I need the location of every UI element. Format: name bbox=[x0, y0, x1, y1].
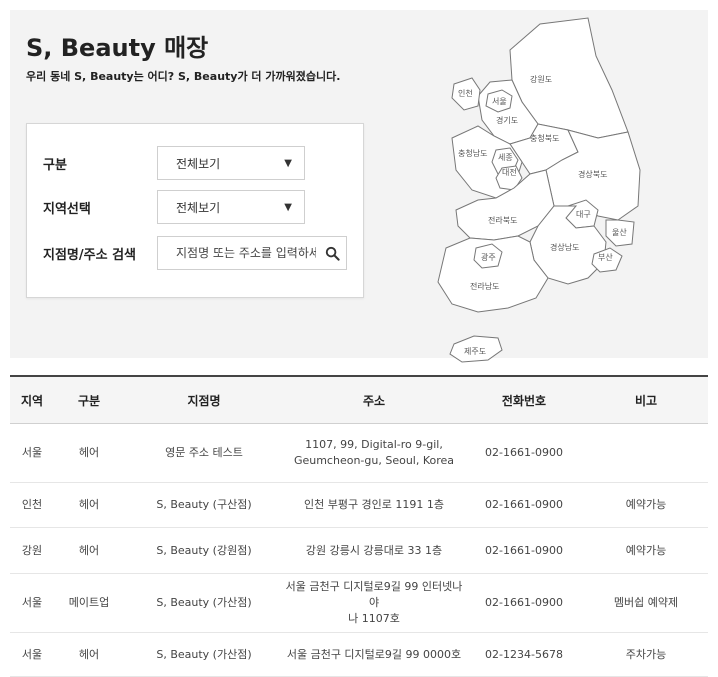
address-line: 강원 강릉시 강릉대로 33 1층 bbox=[305, 543, 443, 557]
cell-address: 서울 금천구 디지털로9길 99 인터넷나야나 1107호 bbox=[284, 573, 464, 633]
search-input[interactable] bbox=[174, 245, 318, 261]
caret-down-icon: ▼ bbox=[284, 157, 292, 169]
cell-note: 예약가능 bbox=[584, 527, 708, 574]
table-row[interactable]: 서울 헤어 영문 주소 테스트 1107, 99, Digital-ro 9-g… bbox=[10, 423, 708, 483]
cell-address: 서울 금천구 디지털로9길 99 0000호 bbox=[284, 632, 464, 677]
map-label-sejong: 세종 bbox=[498, 153, 513, 162]
cell-address: 1107, 99, Digital-ro 9-gil, Geumcheon-gu,… bbox=[284, 423, 464, 483]
cell-type: 헤어 bbox=[54, 527, 124, 574]
cell-type: 헤어 bbox=[54, 632, 124, 677]
cell-type: 메이트업 bbox=[54, 573, 124, 633]
col-note-header: 비고 bbox=[584, 375, 708, 424]
col-region-header: 지역 bbox=[10, 375, 54, 424]
cell-phone: 02-1661-0900 bbox=[464, 423, 584, 483]
address-line: 서울 금천구 디지털로9길 99 0000호 bbox=[286, 647, 462, 661]
caret-down-icon: ▼ bbox=[284, 201, 292, 213]
cell-type: 헤어 bbox=[54, 482, 124, 528]
cell-note bbox=[584, 423, 708, 483]
category-select[interactable]: 전체보기 ▼ bbox=[157, 146, 305, 180]
cell-type: 헤어 bbox=[54, 423, 124, 483]
region-select[interactable]: 전체보기 ▼ bbox=[157, 190, 305, 224]
korea-map: 강원도 인천 서울 경기도 충청북도 충청남도 세종 대전 경상북도 대구 전라… bbox=[437, 17, 641, 363]
map-label-incheon: 인천 bbox=[458, 88, 473, 98]
address-line: 인천 부평구 경인로 1191 1층 bbox=[303, 498, 445, 511]
table-row[interactable]: 서울 헤어 S, Beauty (가산점) 서울 금천구 디지털로9길 99 0… bbox=[10, 632, 708, 677]
address-line: 서울 금천구 디지털로9길 99 인터넷나야 bbox=[285, 580, 463, 609]
cell-region: 인천 bbox=[10, 482, 54, 528]
cell-phone: 02-1661-0900 bbox=[464, 482, 584, 528]
address-line: 나 1107호 bbox=[348, 612, 400, 625]
cell-note: 예약가능 bbox=[584, 482, 708, 528]
cell-region: 서울 bbox=[10, 573, 54, 633]
map-label-chungnam: 충청남도 bbox=[458, 149, 487, 158]
cell-note: 주차가능 bbox=[584, 632, 708, 677]
cell-phone: 02-1234-5678 bbox=[464, 632, 584, 677]
cell-branch: 영문 주소 테스트 bbox=[124, 423, 284, 483]
map-label-daejeon: 대전 bbox=[502, 167, 517, 177]
search-filter-row: 지점명/주소 검색 bbox=[43, 236, 349, 270]
map-label-chungbuk: 충청북도 bbox=[530, 134, 559, 143]
map-label-gyeonggi: 경기도 bbox=[496, 115, 518, 125]
cell-branch: S, Beauty (강원점) bbox=[124, 527, 284, 574]
map-label-gangwon: 강원도 bbox=[530, 74, 552, 84]
map-label-daegu: 대구 bbox=[576, 210, 591, 219]
cell-phone: 02-1661-0900 bbox=[464, 527, 584, 574]
cell-phone: 02-1661-0900 bbox=[464, 573, 584, 633]
cell-branch: S, Beauty (구산점) bbox=[124, 482, 284, 528]
map-label-jeonnam: 전라남도 bbox=[470, 281, 499, 291]
map-label-gyeongbuk: 경상북도 bbox=[578, 169, 607, 179]
page-subtitle: 우리 동네 S, Beauty는 어디? S, Beauty가 더 가까워졌습니… bbox=[26, 70, 341, 83]
map-label-gwangju: 광주 bbox=[481, 252, 496, 262]
page-title: S, Beauty 매장 bbox=[26, 34, 209, 62]
cell-branch: S, Beauty (가산점) bbox=[124, 573, 284, 633]
search-icon bbox=[325, 246, 340, 261]
table-row[interactable]: 서울 메이트업 S, Beauty (가산점) 서울 금천구 디지털로9길 99… bbox=[10, 573, 708, 633]
category-filter-row: 구분 전체보기 ▼ bbox=[43, 146, 349, 180]
store-table: 지역 구분 지점명 주소 전화번호 비고 서울 헤어 영문 주소 테스트 110… bbox=[10, 375, 708, 677]
map-label-busan: 부산 bbox=[598, 252, 613, 262]
col-branch-header: 지점명 bbox=[124, 375, 284, 424]
col-address-header: 주소 bbox=[284, 375, 464, 424]
cell-region: 강원 bbox=[10, 527, 54, 574]
category-select-value: 전체보기 bbox=[176, 156, 221, 171]
col-phone-header: 전화번호 bbox=[464, 375, 584, 424]
cell-region: 서울 bbox=[10, 423, 54, 483]
cell-region: 서울 bbox=[10, 632, 54, 677]
map-label-seoul: 서울 bbox=[492, 97, 507, 106]
search-label: 지점명/주소 검색 bbox=[43, 247, 136, 263]
map-label-gyeongnam: 경상남도 bbox=[550, 242, 579, 252]
map-label-ulsan: 울산 bbox=[612, 227, 627, 237]
region-filter-row: 지역선택 전체보기 ▼ bbox=[43, 190, 349, 224]
address-line: 1107, 99, Digital-ro 9-gil, bbox=[305, 438, 443, 451]
filter-panel: 구분 전체보기 ▼ 지역선택 전체보기 ▼ 지점명/주소 검색 bbox=[26, 123, 364, 298]
col-type-header: 구분 bbox=[54, 375, 124, 424]
map-label-jeonbuk: 전라북도 bbox=[488, 215, 517, 225]
table-header-row: 지역 구분 지점명 주소 전화번호 비고 bbox=[10, 375, 708, 424]
search-button[interactable] bbox=[318, 237, 346, 269]
address-line: Geumcheon-gu, Seoul, Korea bbox=[293, 454, 455, 467]
cell-address: 인천 부평구 경인로 1191 1층 bbox=[284, 482, 464, 528]
cell-branch: S, Beauty (가산점) bbox=[124, 632, 284, 677]
category-label: 구분 bbox=[43, 157, 67, 173]
cell-address: 강원 강릉시 강릉대로 33 1층 bbox=[284, 527, 464, 574]
table-row[interactable]: 인천 헤어 S, Beauty (구산점) 인천 부평구 경인로 1191 1층… bbox=[10, 482, 708, 528]
region-label: 지역선택 bbox=[43, 201, 91, 217]
region-select-value: 전체보기 bbox=[176, 200, 221, 215]
search-box bbox=[157, 236, 347, 270]
cell-note: 멤버쉽 예약제 bbox=[584, 573, 708, 633]
table-row[interactable]: 강원 헤어 S, Beauty (강원점) 강원 강릉시 강릉대로 33 1층 … bbox=[10, 527, 708, 574]
map-label-jeju: 제주도 bbox=[464, 347, 486, 356]
